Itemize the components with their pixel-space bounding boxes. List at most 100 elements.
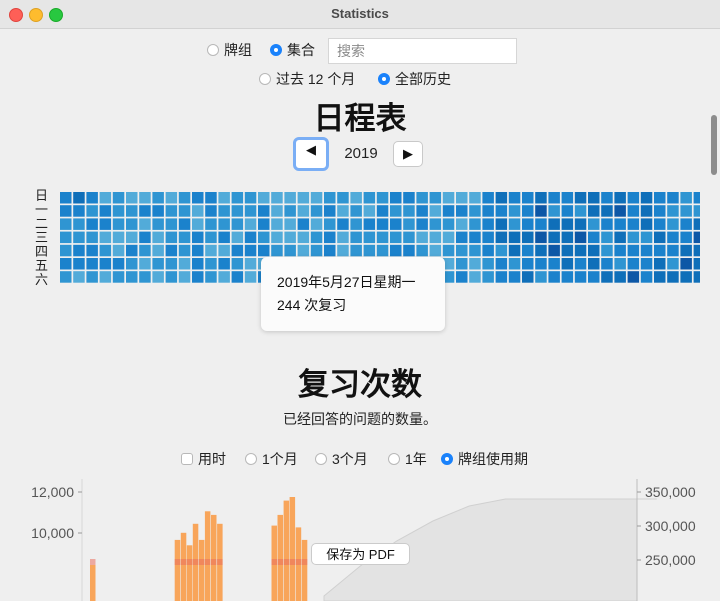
heatmap-day-cell[interactable]: [680, 244, 692, 257]
heatmap-day-cell[interactable]: [416, 205, 428, 217]
heatmap-day-cell[interactable]: [86, 205, 98, 217]
range-1year-option[interactable]: 1年: [388, 449, 427, 469]
heatmap-day-cell[interactable]: [640, 218, 653, 230]
heatmap-day-cell[interactable]: [654, 271, 666, 283]
heatmap-day-cell[interactable]: [654, 218, 666, 230]
heatmap-day-cell[interactable]: [178, 244, 191, 257]
heatmap-day-cell[interactable]: [601, 244, 613, 257]
heatmap-day-cell[interactable]: [363, 192, 376, 204]
heatmap-day-cell[interactable]: [680, 231, 692, 244]
heatmap-day-cell[interactable]: [284, 205, 296, 217]
heatmap-day-cell[interactable]: [60, 271, 72, 283]
scope-collection-option[interactable]: 集合: [270, 40, 315, 60]
heatmap-day-cell[interactable]: [218, 231, 230, 244]
period-last12-option[interactable]: 过去 12 个月: [259, 69, 355, 89]
heatmap-day-cell[interactable]: [588, 271, 600, 283]
period-all-option[interactable]: 全部历史: [378, 69, 451, 89]
heatmap-day-cell[interactable]: [139, 192, 151, 204]
all-history-radio[interactable]: [378, 73, 390, 85]
heatmap-day-cell[interactable]: [218, 258, 230, 270]
heatmap-day-cell[interactable]: [535, 271, 547, 283]
heatmap-day-cell[interactable]: [627, 205, 640, 217]
heatmap-day-cell[interactable]: [680, 258, 692, 270]
deck-radio[interactable]: [207, 44, 219, 56]
heatmap-day-cell[interactable]: [139, 244, 151, 257]
heatmap-day-cell[interactable]: [350, 231, 362, 244]
heatmap-day-cell[interactable]: [495, 258, 508, 270]
heatmap-day-cell[interactable]: [99, 271, 112, 283]
heatmap-day-cell[interactable]: [218, 205, 230, 217]
heatmap-day-cell[interactable]: [152, 205, 164, 217]
heatmap-day-cell[interactable]: [442, 192, 455, 204]
heatmap-day-cell[interactable]: [165, 271, 178, 283]
heatmap-day-cell[interactable]: [60, 244, 72, 257]
heatmap-day-cell[interactable]: [495, 205, 508, 217]
heatmap-day-cell[interactable]: [152, 192, 164, 204]
heatmap-day-cell[interactable]: [667, 192, 679, 204]
heatmap-day-cell[interactable]: [403, 231, 415, 244]
heatmap-day-cell[interactable]: [429, 205, 442, 217]
heatmap-day-cell[interactable]: [535, 231, 547, 244]
heatmap-day-cell[interactable]: [680, 192, 692, 204]
heatmap-day-cell[interactable]: [601, 218, 613, 230]
heatmap-day-cell[interactable]: [654, 205, 666, 217]
heatmap-day-cell[interactable]: [376, 244, 389, 257]
heatmap-day-cell[interactable]: [429, 244, 442, 257]
heatmap-day-cell[interactable]: [244, 218, 257, 230]
heatmap-day-cell[interactable]: [258, 192, 270, 204]
heatmap-day-cell[interactable]: [640, 205, 653, 217]
heatmap-day-cell[interactable]: [693, 271, 700, 283]
heatmap-day-cell[interactable]: [482, 258, 494, 270]
heatmap-day-cell[interactable]: [561, 205, 574, 217]
heatmap-day-cell[interactable]: [192, 244, 204, 257]
heatmap-day-cell[interactable]: [271, 244, 283, 257]
heatmap-day-cell[interactable]: [165, 244, 178, 257]
heatmap-day-cell[interactable]: [390, 218, 402, 230]
heatmap-day-cell[interactable]: [508, 258, 521, 270]
heatmap-day-cell[interactable]: [429, 218, 442, 230]
heatmap-day-cell[interactable]: [693, 218, 700, 230]
heatmap-day-cell[interactable]: [456, 244, 468, 257]
heatmap-day-cell[interactable]: [86, 258, 98, 270]
heatmap-day-cell[interactable]: [508, 244, 521, 257]
heatmap-day-cell[interactable]: [482, 244, 494, 257]
heatmap-day-cell[interactable]: [614, 205, 626, 217]
heatmap-day-cell[interactable]: [284, 231, 296, 244]
heatmap-day-cell[interactable]: [73, 244, 85, 257]
heatmap-day-cell[interactable]: [429, 231, 442, 244]
heatmap-day-cell[interactable]: [654, 258, 666, 270]
heatmap-day-cell[interactable]: [495, 231, 508, 244]
heatmap-day-cell[interactable]: [376, 218, 389, 230]
heatmap-day-cell[interactable]: [99, 231, 112, 244]
heatmap-day-cell[interactable]: [693, 205, 700, 217]
heatmap-day-cell[interactable]: [456, 218, 468, 230]
heatmap-day-cell[interactable]: [258, 231, 270, 244]
heatmap-day-cell[interactable]: [601, 258, 613, 270]
heatmap-day-cell[interactable]: [588, 258, 600, 270]
heatmap-day-cell[interactable]: [231, 271, 244, 283]
heatmap-day-cell[interactable]: [244, 205, 257, 217]
heatmap-day-cell[interactable]: [337, 218, 349, 230]
heatmap-day-cell[interactable]: [376, 192, 389, 204]
heatmap-day-cell[interactable]: [86, 218, 98, 230]
heatmap-day-cell[interactable]: [324, 192, 336, 204]
heatmap-day-cell[interactable]: [654, 192, 666, 204]
heatmap-day-cell[interactable]: [667, 218, 679, 230]
heatmap-day-cell[interactable]: [548, 231, 560, 244]
heatmap-day-cell[interactable]: [271, 218, 283, 230]
heatmap-day-cell[interactable]: [640, 271, 653, 283]
heatmap-day-cell[interactable]: [165, 192, 178, 204]
heatmap-day-cell[interactable]: [627, 218, 640, 230]
heatmap-day-cell[interactable]: [271, 231, 283, 244]
heatmap-day-cell[interactable]: [310, 218, 323, 230]
heatmap-day-cell[interactable]: [588, 244, 600, 257]
heatmap-day-cell[interactable]: [192, 205, 204, 217]
heatmap-day-cell[interactable]: [508, 218, 521, 230]
heatmap-day-cell[interactable]: [139, 258, 151, 270]
heatmap-day-cell[interactable]: [614, 258, 626, 270]
heatmap-day-cell[interactable]: [73, 192, 85, 204]
heatmap-day-cell[interactable]: [205, 218, 217, 230]
heatmap-day-cell[interactable]: [482, 218, 494, 230]
heatmap-day-cell[interactable]: [284, 244, 296, 257]
heatmap-day-cell[interactable]: [640, 244, 653, 257]
